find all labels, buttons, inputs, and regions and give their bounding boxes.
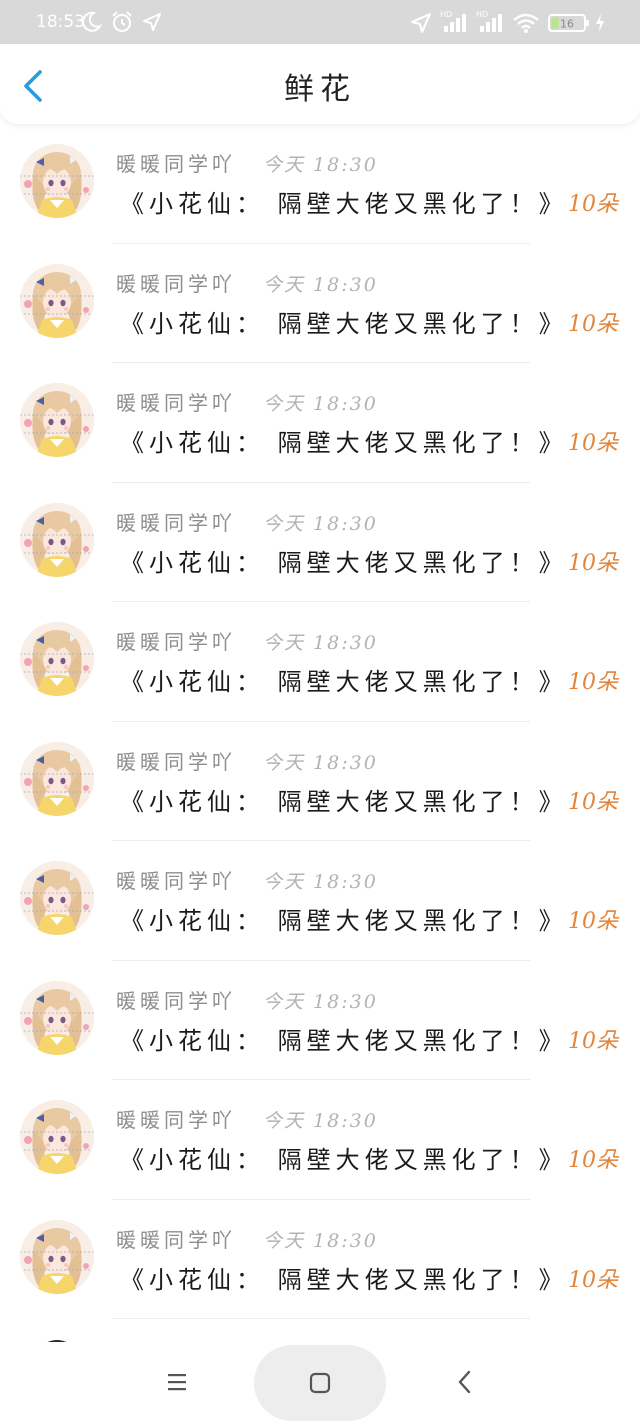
sender-name: 暖暖同学吖 [116, 271, 236, 296]
list-item[interactable]: 暖暖同学吖 今天 18:30 《小花仙： 隔壁大佬又黑化了！》 10朵 [0, 602, 640, 722]
flower-amount: 10朵 [568, 311, 618, 337]
charging-icon [596, 14, 604, 32]
system-navigation-bar [0, 1342, 640, 1422]
book-title: 《小花仙： 隔壁大佬又黑化了！》 [120, 190, 568, 218]
book-title: 《小花仙： 隔壁大佬又黑化了！》 [120, 548, 568, 577]
sender-name: 暖暖同学吖 [116, 1108, 236, 1132]
avatar[interactable] [20, 980, 94, 1055]
avatar[interactable] [20, 1100, 94, 1174]
avatar[interactable] [20, 622, 94, 696]
battery-icon: 16 [548, 14, 589, 32]
list-item[interactable]: 暖暖同学吖 今天 18:30 《小花仙： 隔壁大佬又黑化了！》 10朵 [0, 722, 640, 841]
timestamp: 今天 18:30 [263, 1229, 378, 1252]
alarm-icon [112, 11, 132, 32]
sender-name: 暖暖同学吖 [116, 391, 236, 415]
book-title: 《小花仙： 隔壁大佬又黑化了！》 [120, 907, 568, 935]
book-title: 《小花仙： 隔壁大佬又黑化了！》 [120, 309, 568, 338]
timestamp: 今天 18:30 [263, 1110, 378, 1132]
sender-name: 暖暖同学吖 [116, 988, 236, 1013]
sender-name: 暖暖同学吖 [116, 1227, 236, 1252]
top-app-bar: 鲜花 [0, 44, 640, 124]
home-button[interactable] [254, 1345, 386, 1421]
book-title: 《小花仙： 隔壁大佬又黑化了！》 [120, 1146, 568, 1174]
timestamp: 今天 18:30 [263, 273, 378, 296]
flower-amount: 10朵 [568, 1267, 618, 1293]
flower-amount: 10朵 [568, 192, 618, 217]
network-label: HD [476, 10, 488, 19]
home-icon [309, 1372, 331, 1394]
status-time: 18:53 [36, 12, 85, 32]
wifi-icon [513, 13, 539, 33]
avatar[interactable] [20, 502, 94, 577]
list-item[interactable]: 暖暖同学吖 今天 18:30 《小花仙： 隔壁大佬又黑化了！》 10朵 [0, 1200, 640, 1319]
flower-amount: 10朵 [568, 789, 618, 815]
timestamp: 今天 18:30 [263, 154, 378, 176]
screen: 18:53 HD HD 16 鲜花 暖暖同学吖 今天 18:30 《小花仙： 隔… [0, 0, 640, 1422]
location-icon [143, 13, 161, 31]
avatar[interactable] [20, 1219, 94, 1294]
flower-amount: 10朵 [568, 550, 618, 576]
list-item[interactable]: 暖暖同学吖 今天 18:30 《小花仙： 隔壁大佬又黑化了！》 10朵 [0, 124, 640, 244]
avatar[interactable] [20, 741, 94, 816]
flower-amount: 10朵 [568, 431, 618, 456]
book-title: 《小花仙： 隔壁大佬又黑化了！》 [120, 787, 568, 816]
back-icon[interactable] [450, 1368, 480, 1396]
sender-name: 暖暖同学吖 [116, 869, 236, 893]
moon-icon [82, 11, 102, 32]
network-label: HD [440, 10, 452, 19]
signal-icon: HD [440, 10, 466, 32]
book-title: 《小花仙： 隔壁大佬又黑化了！》 [120, 429, 568, 457]
signal-icon: HD [476, 10, 502, 32]
timestamp: 今天 18:30 [263, 393, 378, 415]
list-item[interactable]: 暖暖同学吖 今天 18:30 《小花仙： 隔壁大佬又黑化了！》 10朵 [0, 841, 640, 961]
avatar[interactable] [20, 383, 94, 457]
timestamp: 今天 18:30 [263, 990, 378, 1013]
list-item[interactable]: 暖暖同学吖 今天 18:30 《小花仙： 隔壁大佬又黑化了！》 10朵 [0, 961, 640, 1080]
book-title: 《小花仙： 隔壁大佬又黑化了！》 [120, 1026, 568, 1055]
sender-name: 暖暖同学吖 [116, 630, 236, 654]
flower-amount: 10朵 [568, 670, 618, 695]
book-title: 《小花仙： 隔壁大佬又黑化了！》 [120, 1265, 568, 1294]
flower-amount: 10朵 [568, 1028, 618, 1054]
flower-gift-list: 暖暖同学吖 今天 18:30 《小花仙： 隔壁大佬又黑化了！》 10朵 暖暖同学… [0, 124, 640, 1342]
timestamp: 今天 18:30 [263, 871, 378, 893]
sender-name: 暖暖同学吖 [116, 749, 236, 774]
timestamp: 今天 18:30 [263, 632, 378, 654]
list-item[interactable]: 暖暖同学吖 今天 18:30 《小花仙： 隔壁大佬又黑化了！》 10朵 [0, 1080, 640, 1200]
avatar[interactable] [20, 263, 94, 338]
divider [112, 1318, 530, 1319]
location-icon [411, 13, 431, 33]
flower-amount: 10朵 [568, 1148, 618, 1173]
flower-amount: 10朵 [568, 909, 618, 934]
list-item[interactable]: 暖暖同学吖 今天 18:30 《小花仙： 隔壁大佬又黑化了！》 10朵 [0, 363, 640, 483]
page-title: 鲜花 [284, 72, 356, 107]
menu-icon[interactable] [162, 1370, 192, 1394]
avatar[interactable] [20, 861, 94, 935]
sender-name: 暖暖同学吖 [116, 152, 236, 176]
timestamp: 今天 18:30 [263, 751, 378, 774]
avatar[interactable] [20, 144, 94, 218]
status-bar: 18:53 HD HD 16 [0, 0, 640, 44]
book-title: 《小花仙： 隔壁大佬又黑化了！》 [120, 668, 568, 696]
timestamp: 今天 18:30 [263, 512, 378, 535]
list-item[interactable]: 暖暖同学吖 今天 18:30 《小花仙： 隔壁大佬又黑化了！》 10朵 [0, 483, 640, 602]
battery-level: 16 [560, 18, 574, 31]
sender-name: 暖暖同学吖 [116, 510, 236, 535]
list-item[interactable]: 暖暖同学吖 今天 18:30 《小花仙： 隔壁大佬又黑化了！》 10朵 [0, 244, 640, 363]
